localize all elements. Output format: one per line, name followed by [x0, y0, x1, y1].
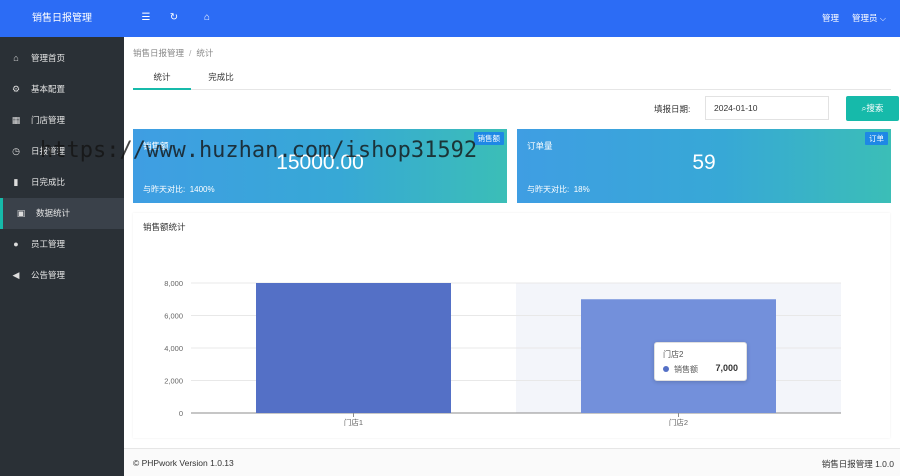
date-filter-label: 填报日期:	[654, 104, 691, 114]
breadcrumb-root[interactable]: 销售日报管理	[133, 48, 184, 58]
store-icon: ▦	[11, 115, 21, 125]
sidebar-item-notices[interactable]: ◀ 公告管理	[0, 260, 124, 291]
sidebar-item-home[interactable]: ⌂ 管理首页	[0, 43, 124, 74]
card-compare: 与昨天对比: 18%	[527, 184, 590, 195]
bar-chart-icon: ▮	[13, 177, 19, 187]
card-compare-label: 与昨天对比:	[143, 185, 186, 194]
sidebar-item-label: 门店管理	[31, 115, 66, 125]
sidebar-item-staff[interactable]: ● 员工管理	[0, 229, 124, 260]
sidebar-item-label: 基本配置	[31, 84, 66, 94]
tooltip-value: 7,000	[715, 363, 738, 373]
sales-card: 销售额 销售额 15000.00 与昨天对比: 1400%	[133, 129, 507, 203]
sidebar-item-completion[interactable]: ▮ 日完成比	[0, 167, 124, 198]
x-tick-label: 门店2	[669, 417, 688, 427]
sidebar-item-statistics[interactable]: ▣ 数据统计	[0, 198, 124, 229]
tooltip-series-dot	[663, 366, 669, 372]
tab-statistics[interactable]: 统计	[133, 67, 191, 90]
orders-card: 订单量 订单 59 与昨天对比: 18%	[517, 129, 891, 203]
x-tick-label: 门店1	[344, 417, 363, 427]
sidebar-item-label: 员工管理	[31, 239, 66, 249]
top-header: 销售日报管理 ☰ ↻ ⌂ 管理 管理员 ⌵	[0, 0, 900, 37]
bar	[256, 283, 451, 413]
footer: © PHPwork Version 1.0.13 销售日报管理 1.0.0	[124, 448, 900, 476]
chevron-down-icon: ⌵	[879, 14, 886, 23]
sidebar-item-label: 日报管理	[31, 146, 66, 156]
sidebar-item-label: 日完成比	[31, 177, 66, 187]
sidebar-item-daily-report[interactable]: ◷ 日报管理	[0, 136, 124, 167]
card-badge: 订单	[865, 132, 888, 145]
breadcrumb: 销售日报管理 / 统计	[133, 47, 213, 59]
chart-tooltip: 门店2 销售额 7,000	[654, 342, 747, 381]
search-button[interactable]: ⌕搜索	[846, 96, 899, 121]
tab-completion[interactable]: 完成比	[195, 67, 247, 90]
app-title: 销售日报管理	[32, 13, 92, 24]
search-button-label: 搜索	[866, 103, 884, 113]
sidebar-item-stores[interactable]: ▦ 门店管理	[0, 105, 124, 136]
y-tick-label: 8,000	[164, 279, 183, 288]
user-icon: ●	[13, 239, 19, 249]
statistics-icon: ▣	[16, 208, 26, 218]
sidebar-item-label: 数据统计	[36, 208, 71, 218]
home-icon: ⌂	[13, 53, 19, 63]
user-menu[interactable]: 管理员 ⌵	[852, 0, 886, 37]
card-compare-value: 18%	[573, 185, 590, 194]
card-badge: 销售额	[473, 132, 504, 145]
y-tick-label: 0	[179, 409, 183, 418]
menu-icon[interactable]: ☰	[137, 9, 155, 27]
settings-icon: ⚙	[11, 84, 21, 94]
breadcrumb-current: 统计	[196, 48, 214, 58]
card-compare-label: 与昨天对比:	[527, 185, 570, 194]
footer-app-version: 销售日报管理 1.0.0	[821, 459, 894, 469]
card-compare: 与昨天对比: 1400%	[143, 184, 215, 195]
breadcrumb-separator: /	[189, 48, 192, 58]
admin-link[interactable]: 管理	[822, 0, 839, 37]
sidebar-item-label: 公告管理	[31, 270, 66, 280]
card-value: 59	[692, 151, 716, 174]
user-menu-label: 管理员	[852, 13, 878, 23]
card-compare-value: 1400%	[189, 185, 215, 194]
tooltip-category: 门店2	[663, 350, 684, 359]
y-tick-label: 2,000	[164, 377, 183, 386]
y-tick-label: 6,000	[164, 312, 183, 321]
sidebar: ⌂ 管理首页 ⚙ 基本配置 ▦ 门店管理 ◷ 日报管理 ▮ 日完成比 ▣ 数据统…	[0, 37, 124, 476]
tooltip-series: 销售额	[674, 365, 698, 374]
footer-version: © PHPwork Version 1.0.13	[133, 458, 234, 468]
date-input[interactable]	[705, 96, 829, 120]
speaker-icon: ◀	[12, 270, 20, 280]
y-tick-label: 4,000	[164, 344, 183, 353]
main-content: 销售日报管理 / 统计 统计 完成比 填报日期: ⌕搜索 销售额 销售额 15000…	[124, 37, 900, 448]
sales-chart-panel: 销售额统计 0 2,000 4,000 6,000 8,000 门店1 门店2	[133, 213, 890, 438]
card-value: 15000.00	[276, 151, 364, 174]
refresh-icon[interactable]: ↻	[165, 9, 183, 27]
sidebar-item-config[interactable]: ⚙ 基本配置	[0, 74, 124, 105]
tab-bar: 统计 完成比	[133, 67, 891, 90]
clock-icon: ◷	[12, 146, 20, 156]
home-icon[interactable]: ⌂	[198, 9, 216, 27]
sidebar-item-label: 管理首页	[31, 53, 66, 63]
sales-bar-chart: 0 2,000 4,000 6,000 8,000 门店1 门店2	[164, 279, 841, 427]
